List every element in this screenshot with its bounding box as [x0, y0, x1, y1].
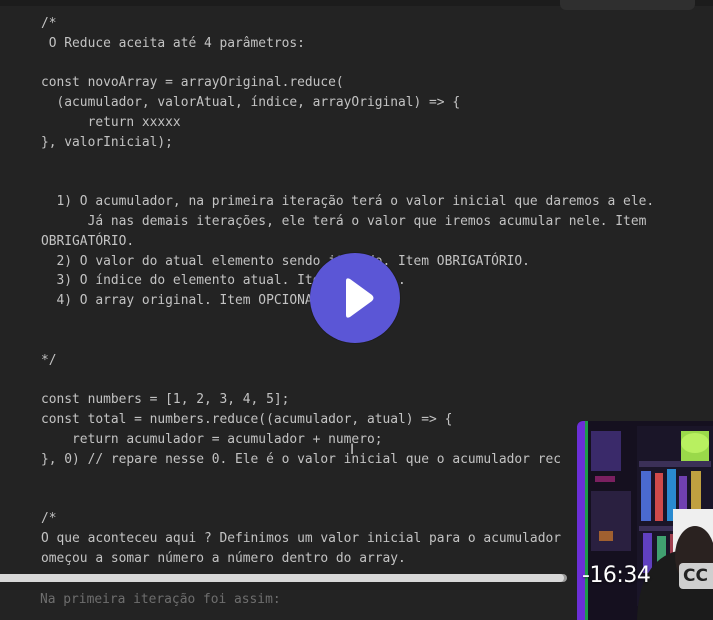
time-remaining: -16:34	[582, 563, 651, 588]
code-line: OBRIGATÓRIO.	[41, 233, 135, 249]
code-line: Já nas demais iterações, ele terá o valo…	[41, 213, 647, 229]
code-line: return acumulador = acumulador + numero;	[41, 431, 383, 447]
code-line: O que aconteceu aqui ? Definimos um valo…	[41, 530, 561, 546]
code-line: O Reduce aceita até 4 parâmetros:	[41, 35, 305, 51]
code-line: 1) O acumulador, na primeira iteração te…	[41, 194, 655, 210]
code-line: */	[41, 352, 57, 368]
text-cursor-icon: I	[350, 442, 355, 458]
webcam-overlay	[577, 421, 713, 620]
top-bar	[0, 0, 713, 10]
code-line: const total = numbers.reduce((acumulador…	[41, 411, 453, 427]
top-control-pill[interactable]	[560, 0, 695, 10]
code-text-bottom: Na primeira iteração foi assim:	[40, 592, 281, 607]
webcam-image	[577, 421, 713, 620]
code-line: }, valorInicial);	[41, 134, 173, 150]
code-line: return xxxxx	[41, 114, 181, 130]
cc-button[interactable]: CC	[679, 563, 713, 589]
code-line: const novoArray = arrayOriginal.reduce(	[41, 75, 344, 91]
play-button[interactable]	[310, 253, 400, 343]
code-line: (acumulador, valorAtual, índice, arrayOr…	[41, 95, 461, 111]
code-line: const numbers = [1, 2, 3, 4, 5];	[41, 392, 290, 408]
progress-bar[interactable]	[0, 574, 567, 582]
code-line: omeçou a somar número a número dentro do…	[41, 550, 406, 566]
video-player[interactable]: /* O Reduce aceita até 4 parâmetros: con…	[0, 0, 713, 620]
code-line: /*	[41, 16, 57, 31]
code-line: }, 0) // repare nesse 0. Ele é o valor i…	[41, 451, 561, 467]
progress-fill	[0, 574, 565, 582]
play-icon	[346, 278, 374, 318]
code-line: /*	[41, 510, 57, 526]
